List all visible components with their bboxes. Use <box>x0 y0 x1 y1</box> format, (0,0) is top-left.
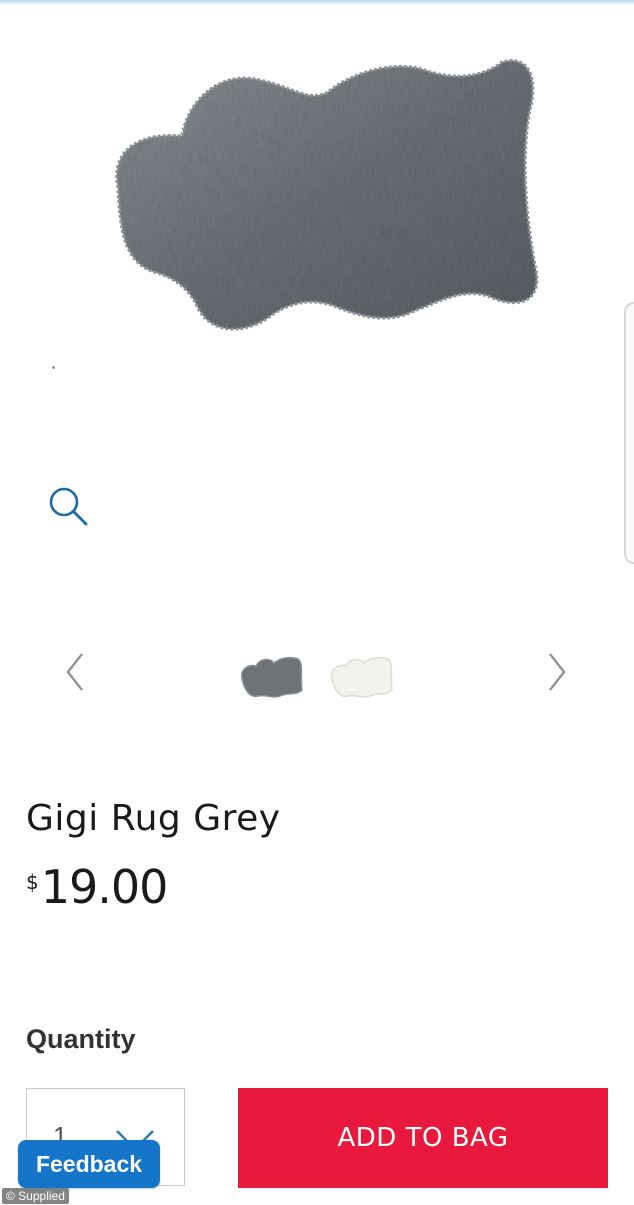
chevron-right-icon <box>549 653 566 691</box>
add-to-bag-button[interactable]: ADD TO BAG <box>238 1088 608 1188</box>
top-bar-edge <box>0 0 634 4</box>
quantity-label: Quantity <box>26 1024 136 1054</box>
product-price: $ 19.00 <box>26 860 169 920</box>
price-currency: $ <box>26 870 39 894</box>
product-title: Gigi Rug Grey <box>26 798 281 839</box>
image-pager-dot <box>52 366 55 369</box>
rug-image <box>115 59 539 331</box>
product-page: Gigi Rug Grey $ 19.00 Quantity 1 ADD TO … <box>0 0 634 1205</box>
search-icon <box>49 487 88 526</box>
image-credit: © Supplied <box>2 1188 69 1204</box>
thumbnail-white[interactable] <box>326 650 396 702</box>
carousel-next-button[interactable] <box>536 648 576 696</box>
side-panel-handle[interactable] <box>624 302 634 564</box>
price-amount: 19.00 <box>40 860 169 914</box>
feedback-button[interactable]: Feedback <box>18 1140 160 1188</box>
product-image <box>90 40 550 340</box>
thumbnail-grey[interactable] <box>236 650 306 702</box>
zoom-button[interactable] <box>44 482 96 530</box>
chevron-left-icon <box>66 653 83 691</box>
carousel-prev-button[interactable] <box>56 648 96 696</box>
